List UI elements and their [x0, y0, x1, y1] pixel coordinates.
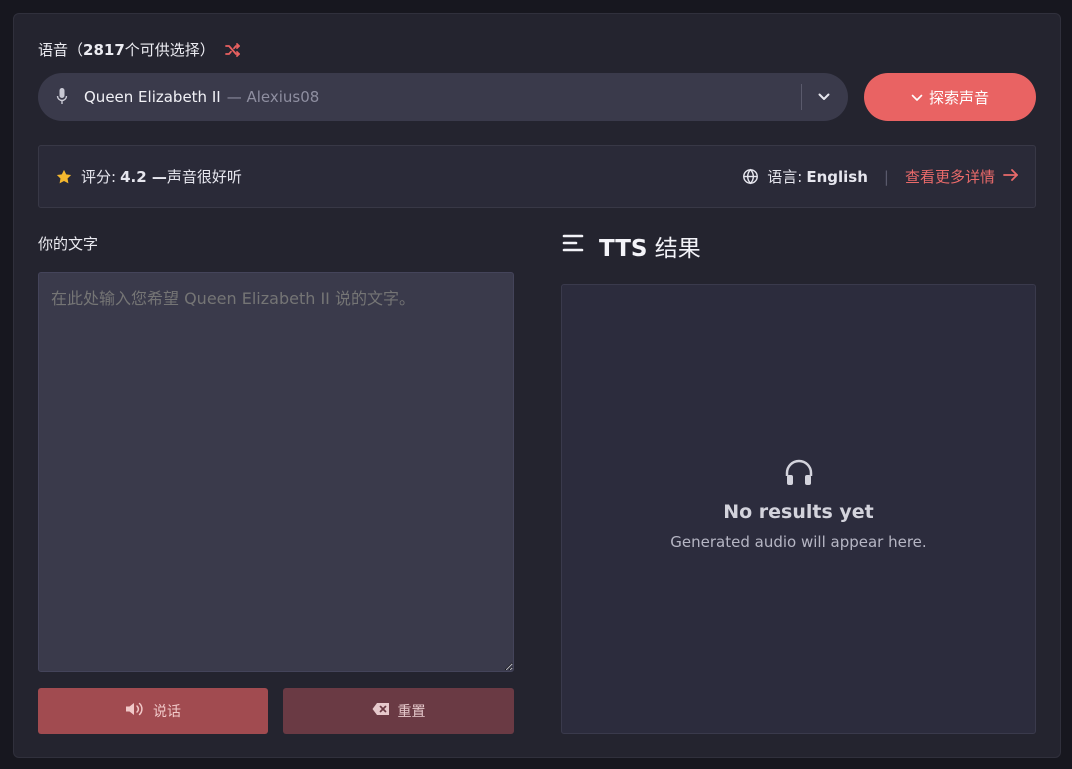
- empty-subtitle: Generated audio will appear here.: [670, 533, 927, 551]
- explore-voices-button[interactable]: 探索声音: [864, 73, 1036, 121]
- rating: 评分: 4.2 — 声音很好听: [55, 166, 242, 187]
- voice-count-label: 语音（ 2817 个可供选择）: [38, 39, 241, 60]
- tts-title-rest: 结果: [647, 236, 701, 262]
- results-panel: No results yet Generated audio will appe…: [561, 284, 1036, 734]
- rating-label: 评分:: [81, 168, 117, 186]
- language-info: 语言: English | 查看更多详情: [742, 166, 1019, 187]
- separator: |: [883, 167, 889, 186]
- your-text-label: 你的文字: [38, 235, 99, 253]
- rating-text: 声音很好听: [166, 168, 242, 186]
- globe-icon: [742, 168, 759, 185]
- chevron-down-icon[interactable]: [814, 87, 834, 107]
- empty-title: No results yet: [723, 501, 874, 523]
- view-more-details-label: 查看更多详情: [904, 168, 995, 186]
- voice-select[interactable]: Queen Elizabeth II — Alexius08: [38, 73, 848, 121]
- chevron-down-icon: [911, 88, 923, 106]
- text-input[interactable]: [38, 272, 514, 672]
- voice-info-bar: 评分: 4.2 — 声音很好听 语言: English | 查看更多详情: [38, 145, 1036, 208]
- mic-icon: [56, 87, 68, 107]
- tts-title-bold: TTS: [599, 236, 648, 262]
- speak-label: 说话: [153, 704, 181, 720]
- speak-button[interactable]: 说话: [38, 688, 268, 734]
- reset-label: 重置: [397, 704, 426, 720]
- speaker-icon: [125, 701, 145, 721]
- headphones-icon: [784, 459, 814, 487]
- arrow-right-icon: [1003, 168, 1019, 186]
- star-icon: [55, 168, 73, 186]
- voice-count-suffix: 个可供选择）: [124, 41, 215, 59]
- menu-lines-icon: [561, 233, 585, 259]
- view-more-details-link[interactable]: 查看更多详情: [905, 166, 1019, 187]
- voice-count-number: 2817: [83, 40, 125, 59]
- reset-button[interactable]: 重置: [283, 688, 514, 734]
- voice-select-divider: [801, 84, 802, 110]
- voice-author: — Alexius08: [226, 88, 320, 106]
- backspace-icon: [372, 702, 390, 720]
- language-value: English: [806, 167, 868, 186]
- language-label: 语言:: [767, 168, 803, 186]
- empty-state: No results yet Generated audio will appe…: [562, 459, 1035, 551]
- shuffle-icon[interactable]: [224, 42, 241, 57]
- explore-voices-label: 探索声音: [928, 88, 989, 107]
- voice-count-prefix: 语音（: [38, 41, 84, 59]
- tts-results-title: TTS 结果: [561, 229, 701, 263]
- main-panel: 语音（ 2817 个可供选择） Queen Elizabeth II — Alex…: [13, 13, 1061, 758]
- rating-value: 4.2 —: [120, 167, 167, 186]
- voice-name: Queen Elizabeth II: [84, 88, 221, 106]
